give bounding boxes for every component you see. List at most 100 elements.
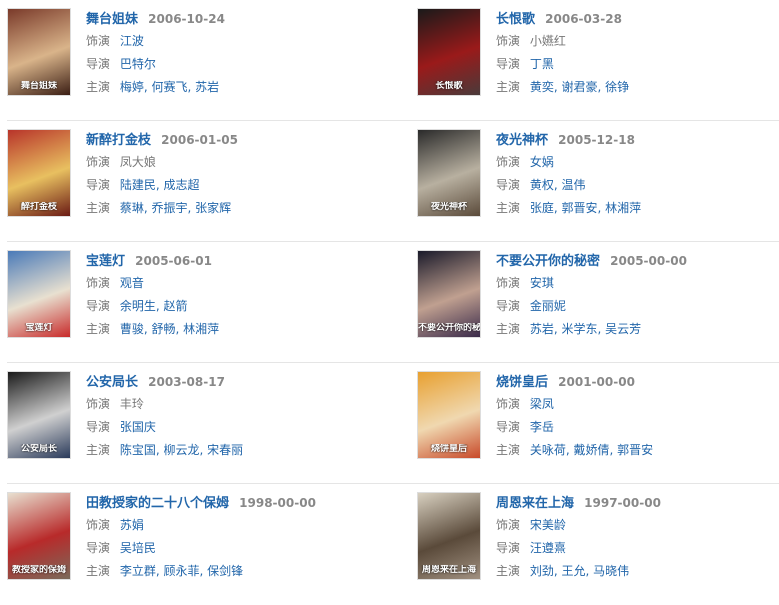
poster-image[interactable]: 不要公开你的秘密: [417, 250, 481, 338]
release-date: 1998-00-00: [239, 496, 316, 510]
item-info: 新醉打金枝 2006-01-05 饰演 凤大娘 导演 陆建民, 成志超 主演 蔡…: [86, 129, 376, 220]
list-row: 醉打金枝 新醉打金枝 2006-01-05 饰演 凤大娘 导演 陆建民, 成志超…: [0, 121, 779, 242]
role-value[interactable]: 江波: [120, 34, 144, 48]
poster-caption: 周恩来在上海: [421, 565, 476, 575]
poster-caption: 醉打金枝: [20, 202, 57, 212]
title-link[interactable]: 周恩来在上海: [496, 496, 574, 511]
director-line: 导演 吴培民: [86, 537, 376, 560]
cast-line: 主演 曹骏, 舒畅, 林湘萍: [86, 318, 376, 341]
list-row: 教授家的保姆 田教授家的二十八个保姆 1998-00-00 饰演 苏娟 导演 吴…: [0, 484, 779, 605]
director-value[interactable]: 金丽妮: [530, 299, 566, 313]
director-value[interactable]: 吴培民: [120, 541, 156, 555]
cast-value[interactable]: 梅婷, 何赛飞, 苏岩: [120, 80, 219, 94]
cast-value[interactable]: 蔡琳, 乔振宇, 张家辉: [120, 201, 231, 215]
list-row: 宝莲灯 宝莲灯 2005-06-01 饰演 观音 导演 余明生, 赵箭 主演 曹…: [0, 242, 779, 363]
poster-image[interactable]: 夜光神杯: [417, 129, 481, 217]
role-value[interactable]: 安琪: [530, 276, 554, 290]
role-value[interactable]: 苏娟: [120, 518, 144, 532]
title-line: 新醉打金枝 2006-01-05: [86, 129, 376, 151]
cast-label: 主演: [86, 80, 111, 94]
director-value[interactable]: 巴特尔: [120, 57, 156, 71]
poster-image[interactable]: 宝莲灯: [7, 250, 71, 338]
list-item: 公安局长 公安局长 2003-08-17 饰演 丰玲 导演 张国庆 主演 陈宝国…: [7, 371, 377, 471]
director-label: 导演: [86, 299, 111, 313]
poster-image[interactable]: 公安局长: [7, 371, 71, 459]
cast-line: 主演 陈宝国, 柳云龙, 宋春丽: [86, 439, 376, 462]
role-line: 饰演 宋美龄: [496, 514, 779, 537]
cast-line: 主演 蔡琳, 乔振宇, 张家辉: [86, 197, 376, 220]
cast-value[interactable]: 曹骏, 舒畅, 林湘萍: [120, 322, 219, 336]
director-value[interactable]: 陆建民, 成志超: [120, 178, 200, 192]
poster-caption: 教授家的保姆: [11, 565, 66, 575]
release-date: 2001-00-00: [558, 375, 635, 389]
cast-label: 主演: [86, 564, 111, 578]
director-line: 导演 汪遵熹: [496, 537, 779, 560]
role-line: 饰演 安琪: [496, 272, 779, 295]
cast-label: 主演: [86, 443, 111, 457]
cast-label: 主演: [496, 564, 521, 578]
list-item: 舞台姐妹 舞台姐妹 2006-10-24 饰演 江波 导演 巴特尔 主演 梅婷,…: [7, 8, 377, 108]
director-line: 导演 李岳: [496, 416, 779, 439]
title-link[interactable]: 舞台姐妹: [86, 12, 138, 27]
title-link[interactable]: 烧饼皇后: [496, 375, 548, 390]
item-info: 宝莲灯 2005-06-01 饰演 观音 导演 余明生, 赵箭 主演 曹骏, 舒…: [86, 250, 376, 341]
cast-label: 主演: [496, 201, 521, 215]
poster-image[interactable]: 教授家的保姆: [7, 492, 71, 580]
role-line: 饰演 江波: [86, 30, 376, 53]
role-label: 饰演: [86, 34, 111, 48]
title-link[interactable]: 宝莲灯: [86, 254, 125, 269]
role-value[interactable]: 女娲: [530, 155, 554, 169]
role-label: 饰演: [496, 397, 521, 411]
title-line: 田教授家的二十八个保姆 1998-00-00: [86, 492, 376, 514]
role-value[interactable]: 观音: [120, 276, 144, 290]
title-line: 长恨歌 2006-03-28: [496, 8, 779, 30]
director-value[interactable]: 张国庆: [120, 420, 156, 434]
poster-caption: 夜光神杯: [430, 202, 467, 212]
title-link[interactable]: 新醉打金枝: [86, 133, 151, 148]
cast-value[interactable]: 苏岩, 米学东, 吴云芳: [530, 322, 641, 336]
poster-image[interactable]: 醉打金枝: [7, 129, 71, 217]
poster-image[interactable]: 长恨歌: [417, 8, 481, 96]
cast-value[interactable]: 刘劲, 王允, 马晓伟: [530, 564, 629, 578]
cast-value[interactable]: 关咏荷, 戴娇倩, 郭晋安: [530, 443, 653, 457]
poster-image[interactable]: 周恩来在上海: [417, 492, 481, 580]
director-label: 导演: [86, 541, 111, 555]
poster-image[interactable]: 烧饼皇后: [417, 371, 481, 459]
title-link[interactable]: 不要公开你的秘密: [496, 254, 600, 269]
item-info: 田教授家的二十八个保姆 1998-00-00 饰演 苏娟 导演 吴培民 主演 李…: [86, 492, 376, 583]
poster-caption: 烧饼皇后: [430, 444, 467, 454]
director-value[interactable]: 黄权, 温伟: [530, 178, 586, 192]
title-link[interactable]: 公安局长: [86, 375, 138, 390]
role-value[interactable]: 宋美龄: [530, 518, 566, 532]
director-line: 导演 巴特尔: [86, 53, 376, 76]
list-item: 长恨歌 长恨歌 2006-03-28 饰演 小嬿红 导演 丁黑 主演 黄奕, 谢…: [417, 8, 779, 108]
director-value[interactable]: 汪遵熹: [530, 541, 566, 555]
release-date: 2005-00-00: [610, 254, 687, 268]
list-item: 烧饼皇后 烧饼皇后 2001-00-00 饰演 梁凤 导演 李岳 主演 关咏荷,…: [417, 371, 779, 471]
list-item: 夜光神杯 夜光神杯 2005-12-18 饰演 女娲 导演 黄权, 温伟 主演 …: [417, 129, 779, 229]
poster-image[interactable]: 舞台姐妹: [7, 8, 71, 96]
cast-value[interactable]: 李立群, 顾永菲, 保剑锋: [120, 564, 243, 578]
title-link[interactable]: 夜光神杯: [496, 133, 548, 148]
movie-grid: 舞台姐妹 舞台姐妹 2006-10-24 饰演 江波 导演 巴特尔 主演 梅婷,…: [0, 0, 779, 605]
role-label: 饰演: [496, 276, 521, 290]
director-label: 导演: [496, 299, 521, 313]
role-value: 丰玲: [119, 397, 144, 411]
director-value[interactable]: 余明生, 赵箭: [120, 299, 188, 313]
cast-value[interactable]: 陈宝国, 柳云龙, 宋春丽: [120, 443, 243, 457]
director-line: 导演 陆建民, 成志超: [86, 174, 376, 197]
title-line: 不要公开你的秘密 2005-00-00: [496, 250, 779, 272]
role-value[interactable]: 梁凤: [530, 397, 554, 411]
release-date: 2005-06-01: [135, 254, 212, 268]
cast-label: 主演: [496, 80, 521, 94]
role-label: 饰演: [496, 34, 521, 48]
cast-value[interactable]: 黄奕, 谢君豪, 徐铮: [530, 80, 629, 94]
director-value[interactable]: 丁黑: [530, 57, 554, 71]
cast-value[interactable]: 张庭, 郭晋安, 林湘萍: [530, 201, 641, 215]
title-link[interactable]: 田教授家的二十八个保姆: [86, 496, 229, 511]
director-value[interactable]: 李岳: [530, 420, 554, 434]
role-label: 饰演: [86, 518, 111, 532]
item-info: 长恨歌 2006-03-28 饰演 小嬿红 导演 丁黑 主演 黄奕, 谢君豪, …: [496, 8, 779, 99]
director-line: 导演 丁黑: [496, 53, 779, 76]
title-link[interactable]: 长恨歌: [496, 12, 535, 27]
